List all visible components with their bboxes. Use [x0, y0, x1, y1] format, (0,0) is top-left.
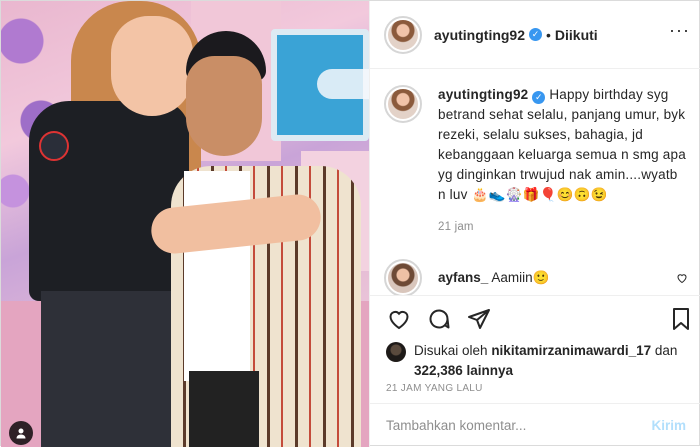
- post-timestamp[interactable]: 21 JAM YANG LALU: [386, 383, 483, 394]
- boy-pants: [189, 371, 259, 447]
- comment-username[interactable]: ayfans_: [438, 270, 488, 285]
- share-icon[interactable]: [466, 306, 492, 332]
- verified-badge-icon: ✓: [529, 28, 543, 41]
- action-bar: [370, 295, 700, 341]
- caption-item: ayutingting92 ✓ Happy birthday syg betran…: [384, 85, 688, 237]
- background-tv-screen: [271, 29, 369, 141]
- instagram-post: ayutingting92 ✓ • Diikuti ··· ayutingtin…: [0, 0, 700, 447]
- caption-time[interactable]: 21 jam: [438, 217, 688, 237]
- comment-input[interactable]: Tambahkan komentar...: [386, 418, 651, 433]
- separator-dot: •: [546, 26, 551, 43]
- comment-item: ayfans_ Aamiin🙂: [384, 259, 688, 295]
- comments-section: ayutingting92 ✓ Happy birthday syg betran…: [370, 69, 700, 295]
- shirt-badge: [39, 131, 69, 161]
- post-header: ayutingting92 ✓ • Diikuti ···: [370, 1, 700, 69]
- more-options-icon[interactable]: ···: [669, 21, 690, 39]
- likes-prefix: Disukai oleh: [414, 343, 488, 358]
- comment-like-heart-icon[interactable]: [676, 272, 688, 284]
- caption-username[interactable]: ayutingting92: [438, 87, 528, 102]
- bookmark-icon[interactable]: [668, 306, 694, 332]
- commenter-avatar[interactable]: [384, 259, 422, 295]
- liker-avatar[interactable]: [386, 342, 406, 362]
- post-photo[interactable]: [1, 1, 369, 447]
- comment-text: Aamiin🙂: [491, 270, 550, 285]
- post-side-panel: ayutingting92 ✓ • Diikuti ··· ayutingtin…: [369, 1, 700, 447]
- heart-icon[interactable]: [386, 306, 412, 332]
- user-tag-icon[interactable]: [9, 421, 33, 445]
- caption-avatar[interactable]: [384, 85, 422, 123]
- verified-badge-icon: ✓: [532, 91, 546, 104]
- comment-icon[interactable]: [426, 306, 452, 332]
- caption-text: Happy birthday syg betrand sehat selalu,…: [438, 87, 686, 202]
- add-comment-bar: Tambahkan komentar... Kirim: [370, 403, 700, 447]
- liker-username[interactable]: nikitamirzanimawardi_17: [491, 343, 651, 358]
- boy-face: [186, 56, 262, 156]
- send-comment-button[interactable]: Kirim: [651, 418, 686, 433]
- follow-status-button[interactable]: Diikuti: [555, 27, 598, 43]
- header-username[interactable]: ayutingting92: [434, 27, 525, 43]
- likes-count[interactable]: 322,386 lainnya: [414, 363, 513, 378]
- likes-conjunction: dan: [654, 343, 678, 358]
- likes-summary: Disukai oleh nikitamirzanimawardi_17 dan…: [386, 341, 696, 381]
- profile-avatar[interactable]: [384, 15, 422, 54]
- woman-jeans: [41, 291, 191, 447]
- woman-face: [111, 16, 193, 116]
